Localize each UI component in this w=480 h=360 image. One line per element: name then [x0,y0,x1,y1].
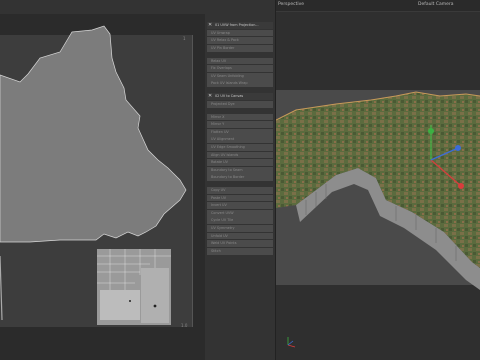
operation-item[interactable]: UV Unwrap [207,29,273,37]
operation-item[interactable]: UV Alignment [207,136,273,144]
terrain-svg[interactable] [276,0,480,360]
operation-item[interactable]: Convert UVW [207,209,273,217]
operation-item[interactable]: Boundary to Seam [207,166,273,174]
operation-item[interactable]: UV Pin Border [207,44,273,52]
operation-item[interactable]: Flatten UV [207,128,273,136]
operations-list: ✕ 01 UVW from Projection... UV Unwrap UV … [207,22,273,255]
operation-item[interactable]: Unfold UV [207,232,273,240]
close-icon[interactable]: ✕ [208,22,212,29]
operation-item[interactable]: Fix Overlaps [207,65,273,72]
operation-item[interactable]: Copy UV [207,187,273,194]
operation-item[interactable]: Mirror X [207,113,273,121]
uv-island-main [0,25,187,243]
section-uvw-projection[interactable]: ✕ 01 UVW from Projection... [207,22,273,29]
operation-item[interactable]: Stitch [207,247,273,255]
operation-item[interactable]: Weld UV Points [207,240,273,248]
operation-item[interactable]: Projected Dye [207,100,273,108]
operation-item[interactable]: Paste UV [207,194,273,202]
operation-item[interactable]: UV Symmetry [207,225,273,232]
operation-item[interactable]: Pack UV Islands Wrap [207,80,273,88]
uv-island-svg[interactable] [0,0,205,360]
operation-item[interactable]: UV Relax & Pack [207,37,273,44]
operation-item[interactable]: Align UV Islands [207,151,273,159]
operation-item[interactable]: Relax UV [207,57,273,65]
operation-item[interactable]: UV Seam Unfolding [207,72,273,80]
axis-indicator [287,337,296,348]
operation-item[interactable]: Invert UV [207,202,273,210]
operation-item[interactable]: Rotate UV [207,159,273,166]
section-uv-to-canvas[interactable]: ✕ 02 UV to Canvas [207,93,273,100]
operation-item[interactable]: Boundary to Border [207,174,273,182]
operation-item[interactable]: Cycle UV Tile [207,217,273,225]
close-icon[interactable]: ✕ [208,93,212,100]
operation-item[interactable]: UV Edge Smoothing [207,143,273,151]
operation-item[interactable]: Mirror Y [207,121,273,128]
